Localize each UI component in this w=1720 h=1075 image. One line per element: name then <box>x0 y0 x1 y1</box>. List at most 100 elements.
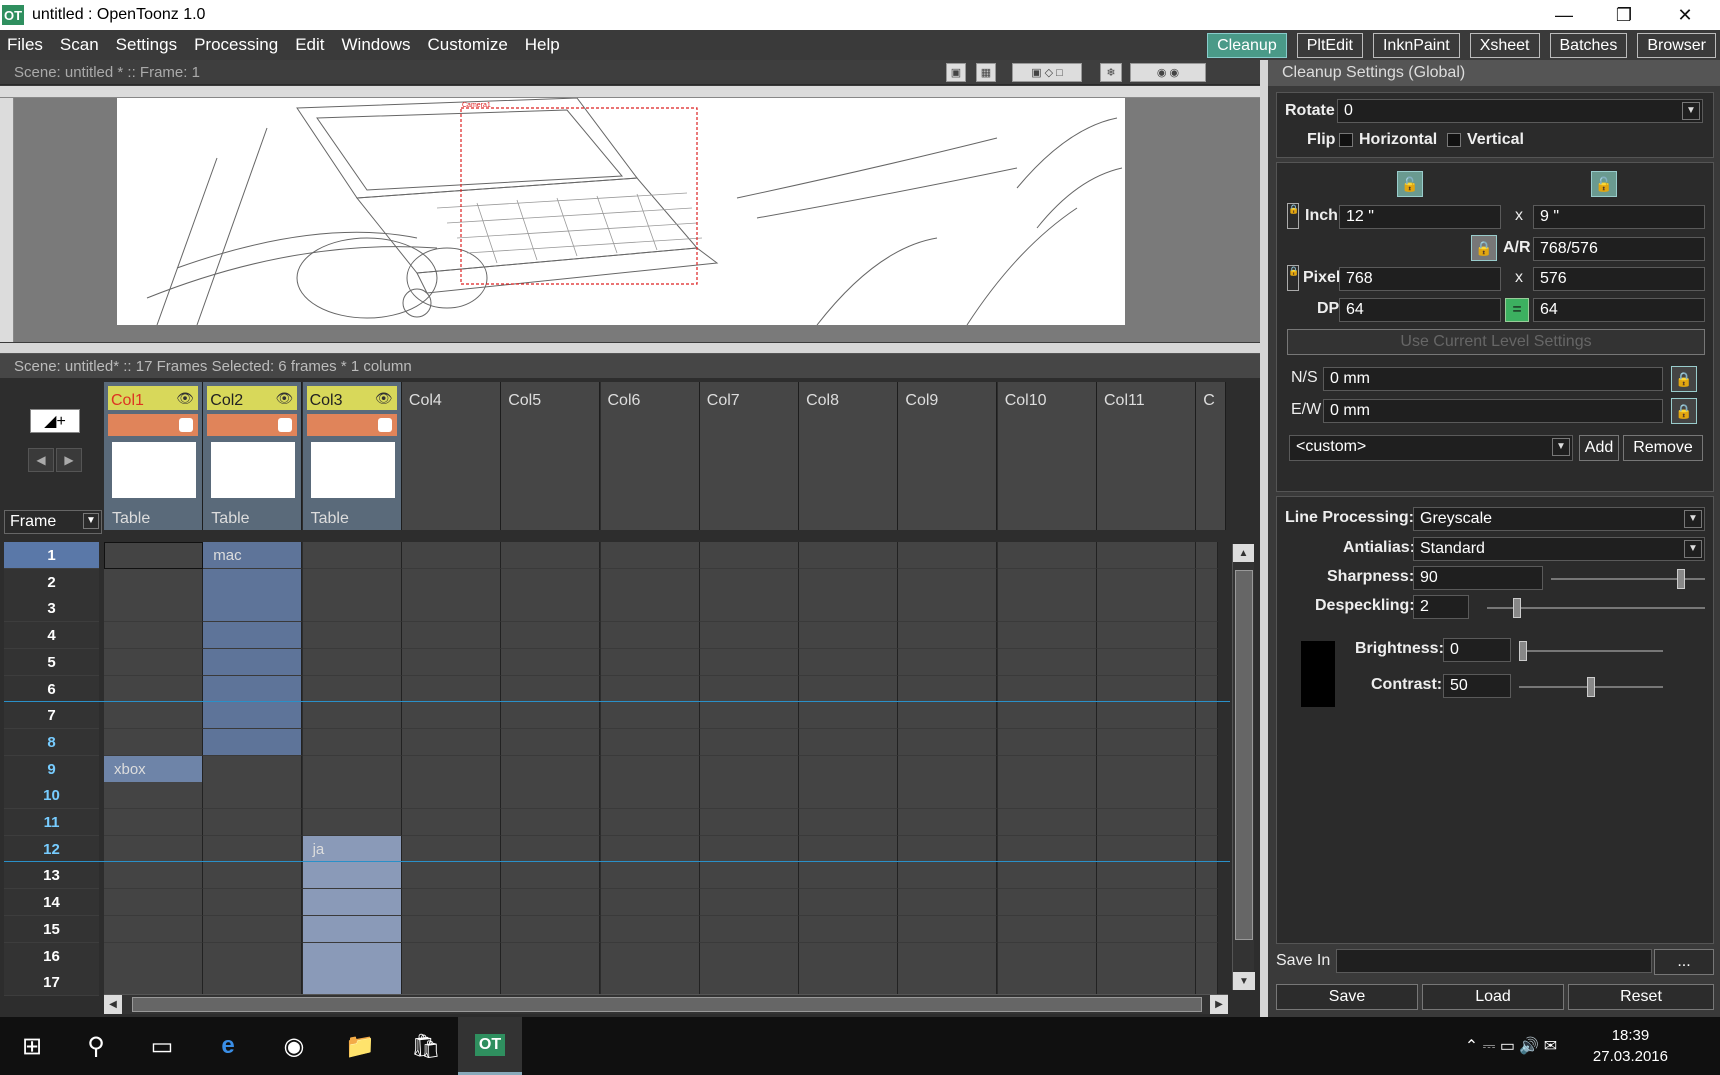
xsheet-cell[interactable] <box>1097 969 1196 997</box>
xsheet-cell[interactable] <box>799 648 899 676</box>
column-header-col2[interactable]: 👁 Table Col2 <box>203 382 303 530</box>
column-header-col10[interactable]: Col10 <box>997 382 1097 530</box>
xsheet-cell[interactable] <box>104 675 203 703</box>
xsheet-cell[interactable] <box>501 835 601 863</box>
xsheet-cell[interactable] <box>898 942 998 970</box>
xsheet-cell[interactable] <box>203 755 303 783</box>
xsheet-cell[interactable] <box>1196 595 1219 623</box>
xsheet-cell[interactable] <box>1196 969 1219 997</box>
xsheet-cell[interactable] <box>501 862 601 890</box>
xsheet-cell[interactable] <box>501 648 601 676</box>
xsheet-cell[interactable] <box>501 622 601 650</box>
h-scroll-thumb[interactable] <box>132 997 1202 1012</box>
xsheet-cell[interactable] <box>501 542 601 569</box>
frame-number[interactable]: 11 <box>4 809 99 836</box>
room-xsheet[interactable]: Xsheet <box>1469 33 1540 58</box>
xsheet-cell[interactable] <box>1097 835 1196 863</box>
menu-processing[interactable]: Processing <box>187 35 285 55</box>
xsheet-cell[interactable] <box>799 568 899 596</box>
frame-number[interactable]: 1 <box>4 542 99 569</box>
xsheet-cell[interactable] <box>401 702 501 730</box>
xsheet-cell[interactable] <box>1196 648 1219 676</box>
xsheet-cell[interactable] <box>203 835 303 863</box>
column-header-col7[interactable]: Col7 <box>699 382 799 530</box>
minimize-button[interactable]: — <box>1536 0 1592 30</box>
xsheet-cell[interactable] <box>699 728 799 756</box>
xsheet-cell[interactable] <box>699 915 799 943</box>
xsheet-cell[interactable] <box>997 969 1097 997</box>
flip-vertical-checkbox[interactable] <box>1447 133 1461 147</box>
xsheet-cell[interactable] <box>1196 755 1219 783</box>
xsheet-cell[interactable] <box>1097 889 1196 917</box>
xsheet-cell[interactable] <box>1196 835 1219 863</box>
xsheet-cell[interactable] <box>501 782 601 810</box>
xsheet-cell[interactable] <box>401 622 501 650</box>
column-lock-toggle[interactable] <box>377 418 392 432</box>
xsheet-cell[interactable] <box>401 969 501 997</box>
menu-customize[interactable]: Customize <box>420 35 514 55</box>
scroll-thumb[interactable] <box>1235 570 1253 940</box>
xsheet-cell[interactable] <box>898 862 998 890</box>
xsheet-cell[interactable] <box>600 915 700 943</box>
column-lock-toggle[interactable] <box>179 418 193 432</box>
xsheet-cell[interactable] <box>104 969 203 997</box>
rotate-combo[interactable]: 0 ▼ <box>1337 99 1703 123</box>
antialias-combo[interactable]: Standard ▼ <box>1413 537 1705 561</box>
xsheet-cell[interactable] <box>401 862 501 890</box>
use-current-level-settings-button[interactable]: Use Current Level Settings <box>1287 329 1705 355</box>
frame-number[interactable]: 4 <box>4 622 99 650</box>
xsheet-cell[interactable] <box>1196 915 1219 943</box>
task-view-icon[interactable]: ▭ <box>130 1017 194 1075</box>
xsheet-cell[interactable] <box>799 835 899 863</box>
xsheet-cell[interactable] <box>600 835 700 863</box>
xsheet-cell[interactable] <box>104 782 203 810</box>
contrast-field[interactable]: 50 <box>1443 674 1511 698</box>
xsheet-cell[interactable] <box>997 755 1097 783</box>
xsheet-cell[interactable] <box>699 969 799 997</box>
xsheet-cell[interactable] <box>699 648 799 676</box>
xsheet-cell[interactable] <box>401 915 501 943</box>
browse-button[interactable]: ... <box>1654 949 1714 975</box>
xsheet-cell[interactable] <box>1196 862 1219 890</box>
xsheet-cell[interactable] <box>898 969 998 997</box>
pixel-width-field[interactable]: 768 <box>1339 267 1501 291</box>
xsheet-cell[interactable] <box>898 728 998 756</box>
xsheet-cell[interactable] <box>600 702 700 730</box>
ns-field[interactable]: 0 mm <box>1323 367 1663 391</box>
xsheet-cell[interactable] <box>600 942 700 970</box>
contrast-slider-handle[interactable] <box>1587 677 1595 697</box>
scroll-down-icon[interactable]: ▼ <box>1233 972 1255 990</box>
xsheet-cell[interactable] <box>501 675 601 703</box>
ew-field[interactable]: 0 mm <box>1323 399 1663 423</box>
xsheet-cell[interactable] <box>104 595 203 623</box>
xsheet-cell[interactable] <box>104 622 203 650</box>
xsheet-cell[interactable] <box>1097 675 1196 703</box>
xsheet-cell[interactable] <box>997 542 1097 569</box>
xsheet-cell[interactable] <box>104 915 203 943</box>
viewer-canvas[interactable]: Camera1 <box>0 86 1260 342</box>
xsheet-cell[interactable] <box>401 755 501 783</box>
room-batches[interactable]: Batches <box>1549 33 1628 58</box>
xsheet-cell[interactable] <box>302 755 402 783</box>
xsheet-cell[interactable] <box>302 862 402 890</box>
frame-number[interactable]: 8 <box>4 728 99 756</box>
xsheet-cell[interactable] <box>203 809 303 836</box>
xsheet-cell[interactable] <box>898 648 998 676</box>
xsheet-cell[interactable] <box>501 755 601 783</box>
xsheet-cell[interactable] <box>302 969 402 997</box>
xsheet-cell[interactable] <box>898 568 998 596</box>
xsheet-cell[interactable] <box>1196 809 1219 836</box>
xsheet-cell[interactable] <box>799 915 899 943</box>
room-browser[interactable]: Browser <box>1637 33 1716 58</box>
frame-number[interactable]: 2 <box>4 568 99 596</box>
xsheet-cell[interactable] <box>799 542 899 569</box>
xsheet-cell[interactable] <box>1097 942 1196 970</box>
xsheet-cell[interactable] <box>898 595 998 623</box>
xsheet-cell[interactable] <box>401 782 501 810</box>
xsheet-cell[interactable] <box>203 915 303 943</box>
xsheet-cell[interactable] <box>501 969 601 997</box>
xsheet-cell[interactable] <box>699 702 799 730</box>
column-header-col5[interactable]: Col5 <box>501 382 601 530</box>
sharpness-slider-handle[interactable] <box>1677 569 1685 589</box>
close-button[interactable]: ✕ <box>1657 0 1713 30</box>
